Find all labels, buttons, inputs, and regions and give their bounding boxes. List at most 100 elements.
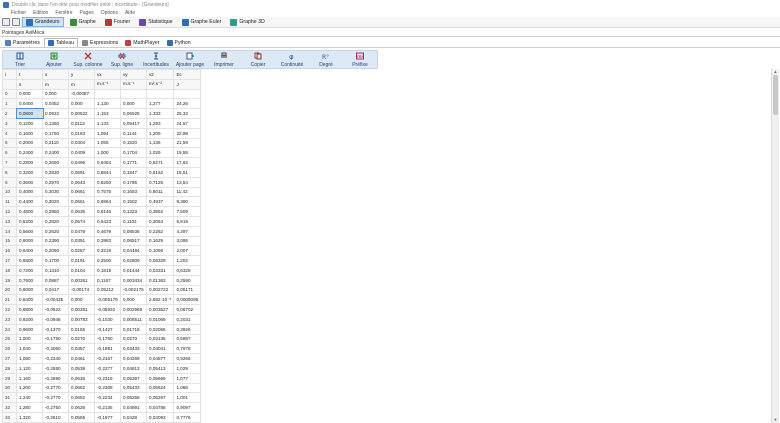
table-cell[interactable]: 0,8800 (16, 304, 43, 315)
table-cell[interactable]: 0,01069 (145, 313, 175, 325)
table-cell[interactable]: 0,03331 (145, 264, 175, 276)
table-cell[interactable]: 0,1323 (120, 206, 147, 217)
table-cell[interactable]: 1,320 (16, 411, 43, 423)
table-cell[interactable]: 1,080 (16, 353, 43, 364)
table-cell[interactable]: 0,4800 (16, 206, 43, 217)
table-cell[interactable]: 0,3030 (42, 186, 69, 198)
table-cell[interactable]: -0,1981 (94, 343, 121, 355)
table-cell[interactable]: 0,7575 (94, 186, 121, 198)
table-cell[interactable]: 0,0304 (68, 137, 95, 149)
table-cell[interactable]: 0,04041 (145, 343, 175, 355)
table-cell[interactable]: -0,2750 (42, 402, 69, 413)
table-cell[interactable]: -0,2060 (42, 343, 69, 355)
table-cell[interactable]: 1,240 (16, 392, 43, 404)
tab-mathplayer[interactable]: MathPlayer (122, 38, 162, 47)
menu-options[interactable]: Options (101, 10, 118, 16)
table-cell[interactable]: 0,7776 (173, 411, 202, 423)
table-cell[interactable]: 0,0652 (68, 382, 95, 394)
table-cell[interactable]: 0,003527 (145, 304, 175, 315)
table-cell[interactable]: 0,4937 (145, 196, 175, 208)
table-cell[interactable]: 0,1167 (94, 274, 121, 286)
table-cell[interactable]: 0,05669 (145, 372, 175, 384)
table-cell[interactable]: 24,57 (173, 117, 202, 129)
table-cell[interactable]: 1,120 (16, 362, 43, 374)
table-cell[interactable]: 0,1310 (42, 264, 69, 276)
table-cell[interactable]: 0,4400 (16, 196, 43, 208)
table-cell[interactable]: 0,008511 (120, 313, 147, 325)
table-cell[interactable]: 4,297 (173, 225, 202, 237)
table-cell[interactable]: 0,5957 (173, 333, 202, 345)
table-cell[interactable]: 25,32 (173, 108, 202, 119)
table-cell[interactable]: 0,0922 (42, 108, 69, 119)
header-cell[interactable]: Ec (173, 69, 202, 80)
table-cell[interactable]: 0,0165 (68, 323, 95, 335)
topbar-graphe-3d-button[interactable]: Graphe 3D (227, 17, 267, 27)
table-cell[interactable]: 0,9271 (145, 157, 175, 168)
table-cell[interactable]: 0,7678 (173, 343, 202, 355)
table-cell[interactable]: 0,01444 (120, 264, 147, 276)
table-cell[interactable]: 0,2820 (42, 215, 69, 227)
table-cell[interactable] (94, 88, 121, 100)
table-cell[interactable]: -0,1030 (94, 313, 121, 325)
table-cell[interactable]: 0,2031 (173, 313, 202, 325)
table-cell[interactable]: -0,1427 (94, 323, 121, 335)
table-cell[interactable]: 0,1520 (120, 137, 147, 149)
header-cell[interactable]: vx (94, 69, 121, 80)
table-cell[interactable]: 0,002966 (120, 304, 147, 315)
table-cell[interactable]: 0,8844 (94, 166, 121, 178)
table-cell[interactable]: 0,02066 (145, 323, 175, 335)
table-cell[interactable]: 1,202 (173, 255, 202, 266)
table-cell[interactable]: 0,0574 (68, 215, 95, 227)
table-cell[interactable]: 0,1704 (120, 147, 147, 159)
table-cell[interactable]: 0,0400 (16, 98, 43, 110)
table-cell[interactable]: 0,000 (120, 294, 147, 306)
add-page-button[interactable]: Ajouter page (173, 51, 207, 68)
header-cell[interactable]: m.s⁻¹ (94, 78, 121, 90)
menu-fenetre[interactable]: Fenêtre (55, 10, 72, 16)
topbar-graphe-button[interactable]: Graphe (67, 17, 99, 27)
menu-fichier[interactable]: Fichier (11, 10, 26, 16)
table-cell[interactable]: 0,0626 (68, 372, 95, 384)
header-cell[interactable]: s (16, 78, 43, 90)
table-cell[interactable]: 0,2620 (42, 225, 69, 237)
table-cell[interactable]: 0,0191 (68, 255, 95, 266)
table-cell[interactable]: 0,3983 (94, 235, 121, 247)
menu-aide[interactable]: Aide (125, 10, 135, 16)
table-cell[interactable]: 0,0539 (68, 362, 95, 374)
table-cell[interactable]: 0,8250 (94, 176, 121, 188)
continuity-button[interactable]: φ Continuité (275, 51, 309, 68)
table-cell[interactable]: 1,001 (173, 392, 202, 404)
header-cell[interactable]: t (16, 69, 43, 80)
table-cell[interactable]: 0,5600 (16, 225, 43, 237)
table-cell[interactable]: 0,0270 (120, 333, 147, 345)
table-cell[interactable]: -0,2319 (94, 372, 121, 384)
table-cell[interactable]: 0,7125 (145, 176, 175, 188)
table-cell[interactable]: 13,54 (173, 176, 202, 188)
table-cell[interactable]: 0,8162 (145, 166, 175, 178)
table-cell[interactable]: 0,0887 (42, 274, 69, 286)
table-cell[interactable]: 0,0478 (68, 225, 95, 237)
delete-row-button[interactable]: Sup. ligne (105, 51, 139, 68)
table-cell[interactable]: 0,00522 (68, 108, 95, 119)
table-cell[interactable]: 0,7200 (16, 264, 43, 276)
table-cell[interactable]: 0,0357 (68, 343, 95, 355)
table-cell[interactable]: 0,1056 (145, 245, 175, 257)
table-cell[interactable]: 0,1600 (16, 127, 43, 139)
table-cell[interactable]: 0,1847 (120, 166, 147, 178)
table-cell[interactable]: 0,000 (68, 294, 95, 306)
table-cell[interactable]: 0,0428 (120, 411, 147, 423)
table-cell[interactable]: 1,000 (94, 147, 121, 159)
header-cell[interactable]: m.s⁻¹ (120, 78, 147, 90)
table-cell[interactable]: -0,1370 (42, 323, 69, 335)
print-button[interactable]: Imprimer (207, 51, 241, 68)
table-cell[interactable]: 0,9097 (173, 402, 202, 413)
table-cell[interactable]: 0,04877 (145, 353, 175, 364)
topbar-grandeurs-button[interactable]: Grandeurs (22, 17, 64, 27)
table-cell[interactable]: 0,04484 (120, 245, 147, 257)
table-cell[interactable]: 0,00261 (68, 274, 95, 286)
table-cell[interactable]: 0,0005095 (173, 294, 202, 306)
table-cell[interactable]: 0,9600 (16, 323, 43, 335)
table-cell[interactable]: 0,1653 (120, 186, 147, 198)
table-cell[interactable]: 1,293 (145, 117, 175, 129)
table-cell[interactable]: 0,2800 (16, 157, 43, 168)
